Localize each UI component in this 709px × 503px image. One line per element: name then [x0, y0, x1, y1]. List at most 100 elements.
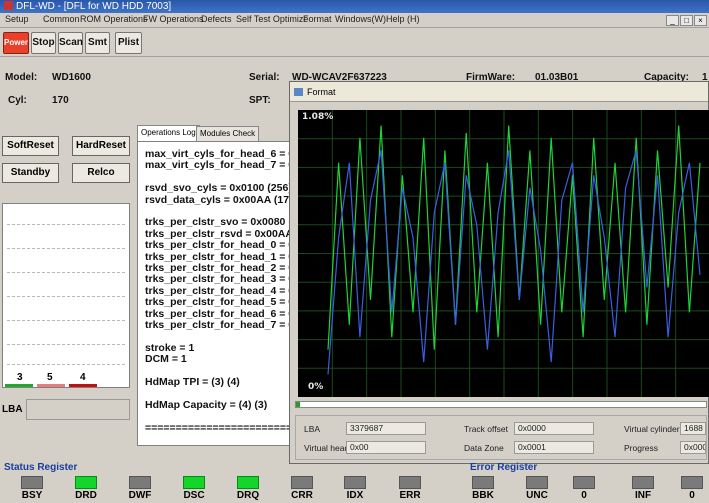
error-register-title: Error Register	[470, 462, 538, 473]
relco-button[interactable]: Relco	[72, 163, 130, 183]
plot-top-label: 1.08%	[302, 112, 334, 122]
minimize-button[interactable]: _	[666, 15, 679, 26]
operations-log: max_virt_cyls_for_head_6 = 0x max_virt_cy…	[137, 141, 292, 446]
menu-bar: Setup Common ROM Operations FW Operation…	[0, 13, 709, 28]
format-window-icon	[294, 88, 303, 96]
scan-stats-panel	[2, 203, 130, 388]
model-label: Model:	[5, 72, 38, 83]
power-button[interactable]: Power	[3, 32, 29, 54]
log-line: rsvd_svo_cyls = 0x0100 (256)	[145, 182, 292, 195]
status-led-label: DSC	[183, 490, 205, 501]
log-line: trks_per_clstr_rsvd = 0x00AA (	[145, 227, 292, 240]
log-line: trks_per_clstr_svo = 0x0080 (1	[145, 216, 292, 229]
status-led-label: BSY	[21, 490, 43, 501]
track-offset-value: 0x0000	[514, 422, 594, 435]
log-line: max_virt_cyls_for_head_6 = 0x	[145, 148, 292, 160]
log-line: trks_per_clstr_for_head_0 = 0x	[145, 239, 292, 252]
scan-button[interactable]: Scan	[58, 32, 83, 54]
log-line: HdMap Capacity = (4) (3)	[145, 398, 268, 411]
hard-reset-button[interactable]: HardReset	[72, 136, 130, 156]
tab-operations-log[interactable]: Operations Log	[137, 125, 200, 141]
standby-button[interactable]: Standby	[2, 163, 59, 183]
soft-reset-button[interactable]: SoftReset	[2, 136, 59, 156]
error-led-label: UNC	[526, 490, 548, 501]
lba-field-label: LBA	[304, 424, 321, 434]
stop-button[interactable]: Stop	[31, 32, 56, 54]
divider	[7, 364, 125, 365]
data-zone-label: Data Zone	[464, 443, 504, 453]
status-led-label: DRD	[75, 490, 97, 501]
plot-series-green	[327, 125, 701, 350]
menu-fw-operations[interactable]: FW Operations	[143, 14, 204, 24]
track-offset-label: Track offset	[464, 424, 508, 434]
status-led-label: CRR	[291, 490, 313, 501]
error-led-label: 0	[581, 490, 587, 501]
log-line: DCM = 1	[145, 353, 187, 366]
log-line: trks_per_clstr_for_head_1 = 0x	[145, 250, 292, 263]
divider	[7, 248, 125, 249]
log-line: stroke = 1	[145, 341, 195, 354]
model-value: WD1600	[52, 72, 91, 83]
menu-common[interactable]: Common	[43, 14, 80, 24]
virtual-cylinder-value: 1688	[680, 422, 706, 435]
plot-series-blue	[327, 150, 701, 375]
status-led-label: IDX	[346, 490, 364, 501]
status-led-label: ERR	[399, 490, 421, 501]
menu-defects[interactable]: Defects	[201, 14, 232, 24]
maximize-button[interactable]: □	[680, 15, 693, 26]
divider	[7, 344, 125, 345]
log-line: trks_per_clstr_for_head_7 = 0x	[145, 319, 292, 331]
menu-rom-operations[interactable]: ROM Operations	[80, 14, 148, 24]
menu-windows[interactable]: Windows(W)	[335, 14, 386, 24]
cyl-label: Cyl:	[8, 95, 27, 106]
format-plot-svg	[298, 110, 709, 397]
virtual-head-value: 0x00	[346, 441, 426, 454]
status-led-crr	[291, 476, 313, 489]
status-led-err	[399, 476, 421, 489]
data-zone-value: 0x0001	[514, 441, 594, 454]
format-title: Format	[307, 87, 336, 97]
format-progress-bar	[295, 401, 707, 408]
smt-button[interactable]: Smt	[85, 32, 110, 54]
divider	[7, 272, 125, 273]
error-led-0	[472, 476, 494, 489]
menu-format[interactable]: Format	[303, 14, 332, 24]
lba-field[interactable]	[26, 399, 130, 420]
counter-green-bar	[5, 384, 33, 387]
log-line: trks_per_clstr_for_head_4 = 0x	[145, 284, 292, 297]
format-title-bar: Format	[290, 82, 708, 102]
plot-bottom-label: 0%	[308, 382, 324, 392]
progress-value: 0x000A	[680, 441, 706, 454]
serial-label: Serial:	[249, 72, 280, 83]
format-window: Format 1.08% 0% LBA 3379687 Virtual head…	[289, 81, 709, 464]
log-line: rsvd_data_cyls = 0x00AA (170)	[145, 193, 292, 206]
title-bar: DFL-WD - [DFL for WD HDD 7003]	[0, 0, 709, 13]
plist-button[interactable]: Plist	[115, 32, 142, 54]
close-button[interactable]: ×	[694, 15, 707, 26]
app-icon	[4, 1, 13, 10]
menu-setup[interactable]: Setup	[5, 14, 29, 24]
log-line: trks_per_clstr_for_head_5 = 0x	[145, 296, 292, 309]
progress-label: Progress	[624, 443, 659, 453]
error-led-2	[573, 476, 595, 489]
status-led-idx	[344, 476, 366, 489]
counter-red: 4	[80, 372, 86, 383]
counter-pink: 5	[47, 372, 53, 383]
toolbar: Power Stop Scan Smt Plist	[0, 29, 709, 57]
error-led-label: BBK	[472, 490, 494, 501]
menu-help[interactable]: Help (H)	[386, 14, 420, 24]
counter-pink-bar	[37, 384, 65, 387]
lba-value: 3379687	[346, 422, 426, 435]
error-led-4	[681, 476, 703, 489]
tab-modules-check[interactable]: Modules Check	[196, 126, 260, 141]
counter-red-bar	[69, 384, 97, 387]
log-line: HdMap TPI = (3) (4)	[145, 376, 240, 388]
log-line: ========================Fini	[145, 421, 292, 434]
virtual-cylinder-label: Virtual cylinder	[624, 424, 680, 434]
menu-self-test-optimize[interactable]: Self Test Optimize	[236, 14, 308, 24]
error-led-1	[526, 476, 548, 489]
format-progress-fill	[296, 402, 301, 407]
log-line: trks_per_clstr_for_head_2 = 0x	[145, 262, 292, 274]
cyl-value: 170	[52, 95, 69, 106]
spt-label: SPT:	[249, 95, 271, 106]
